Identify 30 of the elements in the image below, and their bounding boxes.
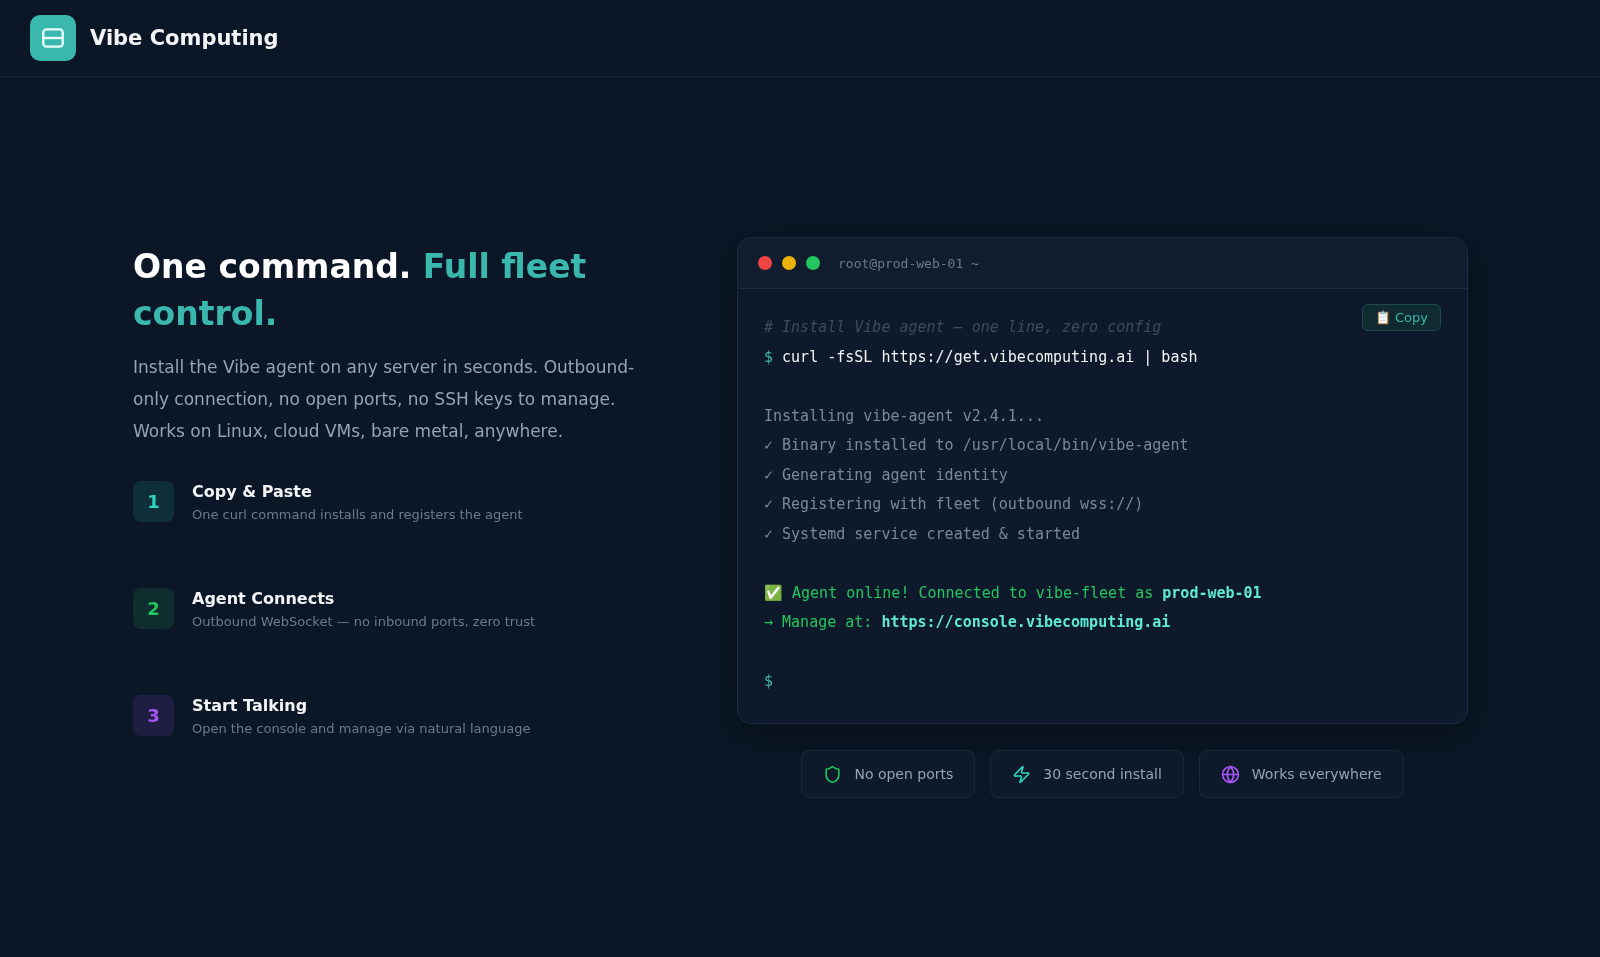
feature-label: 30 second install bbox=[1043, 766, 1162, 782]
terminal-output: ✓ Systemd service created & started bbox=[764, 523, 1081, 545]
step-title: Agent Connects bbox=[192, 589, 336, 608]
terminal-output: ✓ Registering with fleet (outbound wss://) bbox=[764, 494, 1144, 515]
step-title: Start Talking bbox=[192, 696, 309, 715]
minimize-dot-icon bbox=[782, 256, 796, 270]
terminal-output: → Manage at: https://console.vibecomputing.ai bbox=[764, 612, 1171, 633]
step-number: 2 bbox=[133, 588, 174, 629]
terminal-success: ✅ Agent online! Connected to vibe-fleet as prod-web-01 bbox=[764, 582, 1262, 604]
step-number: 1 bbox=[133, 481, 174, 522]
step-title: Copy & Paste bbox=[192, 482, 313, 501]
step-description: One curl command installs and registers the agent bbox=[192, 507, 523, 522]
terminal-output: ✓ Binary installed to /usr/local/bin/vibe-agent bbox=[764, 435, 1189, 456]
terminal-prompt: $ bbox=[764, 671, 774, 692]
step-description: Open the console and manage via natural language bbox=[192, 721, 531, 736]
feature-label: No open ports bbox=[854, 766, 954, 782]
terminal-command: $ curl -fsSL https://get.vibecomputing.ai | bash bbox=[764, 346, 1198, 368]
terminal-output: ✓ Generating agent identity bbox=[764, 464, 1008, 486]
hero-description: Install the Vibe agent on any server in seconds. Outbound-only connection, no open ports, no SSH keys to manage. Works on Linux, cloud VMs, bare metal, anywhere. bbox=[133, 356, 636, 443]
step-number: 3 bbox=[133, 695, 174, 736]
terminal-title: root@prod-web-01 ~ bbox=[838, 255, 979, 271]
step-description: Outbound WebSocket — no inbound ports, zero trust bbox=[192, 614, 536, 629]
maximize-dot-icon bbox=[806, 256, 820, 270]
copy-button[interactable]: 📋 Copy bbox=[1361, 304, 1441, 331]
hero-title: One command. Full fleet control. bbox=[133, 246, 588, 335]
logo-icon bbox=[30, 15, 76, 61]
close-dot-icon bbox=[758, 256, 772, 270]
feature-label: Works everywhere bbox=[1251, 766, 1382, 782]
brand-name: Vibe Computing bbox=[90, 26, 279, 50]
terminal-output: Installing vibe-agent v2.4.1... bbox=[764, 405, 1044, 427]
